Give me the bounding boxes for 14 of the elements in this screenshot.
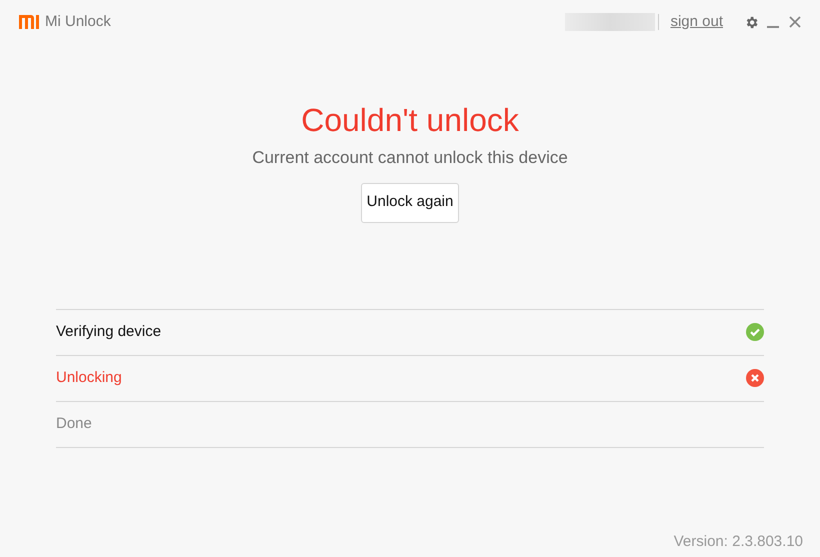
close-icon[interactable]	[789, 16, 801, 28]
logo-icon	[19, 15, 39, 29]
step-label: Done	[56, 414, 92, 434]
result-message: Current account cannot unlock this device	[252, 147, 568, 169]
window-title: Mi Unlock	[45, 12, 111, 32]
check-icon	[746, 323, 764, 341]
sign-out-link[interactable]: sign out	[670, 10, 723, 34]
step-label: Unlocking	[56, 368, 122, 388]
result-title: Couldn't unlock	[301, 101, 519, 140]
settings-icon[interactable]	[744, 14, 759, 30]
step-label: Verifying device	[56, 322, 162, 342]
version-label: Version: 2.3.803.10	[674, 532, 803, 552]
error-icon	[746, 369, 764, 387]
unlock-again-button[interactable]: Unlock again	[360, 182, 460, 222]
